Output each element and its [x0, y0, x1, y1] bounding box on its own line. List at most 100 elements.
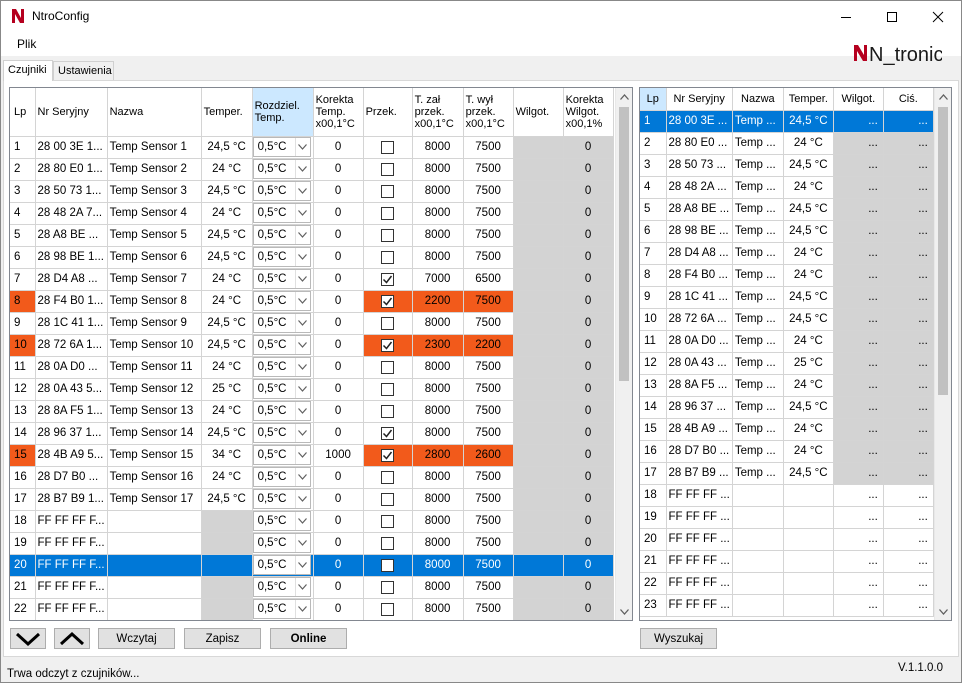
cell-serial[interactable]: 28 B7 B9 ...: [666, 462, 733, 485]
cell-t-off[interactable]: 7500: [463, 224, 514, 247]
cell-serial[interactable]: 28 D7 B0 ...: [666, 440, 733, 463]
cell-przek[interactable]: [363, 532, 413, 555]
cell-korekta[interactable]: 0: [313, 246, 364, 269]
cell-przek[interactable]: [363, 598, 413, 620]
cell-name[interactable]: Temp ...: [732, 330, 784, 353]
cell-humidity-korekta[interactable]: 0: [563, 554, 614, 577]
cell-humidity-korekta[interactable]: 0: [563, 180, 614, 203]
cell-humidity-korekta[interactable]: 0: [563, 400, 614, 423]
cell-serial[interactable]: 28 96 37 ...: [666, 396, 733, 419]
column-header[interactable]: Wilgot.: [513, 88, 564, 137]
cell-korekta[interactable]: 0: [313, 334, 364, 357]
cell-t-on[interactable]: 2200: [412, 290, 464, 313]
resolution-dropdown[interactable]: 0,5°C: [252, 335, 311, 355]
cell-przek[interactable]: [363, 158, 413, 181]
resolution-dropdown[interactable]: 0,5°C: [252, 313, 311, 333]
column-header[interactable]: Temper.: [201, 88, 253, 137]
cell-t-off[interactable]: 7500: [463, 378, 514, 401]
cell-t-on[interactable]: 7000: [412, 268, 464, 291]
table-row[interactable]: 3 28 50 73 1... Temp Sensor 3 24,5 °C 0,5°C 0…: [10, 180, 614, 203]
cell-serial[interactable]: 28 80 E0 1...: [35, 158, 108, 181]
cell-serial[interactable]: 28 4B A9 ...: [666, 418, 733, 441]
scroll-thumb[interactable]: [938, 107, 948, 395]
cell-name[interactable]: [732, 506, 784, 529]
online-button[interactable]: Online: [270, 628, 347, 649]
cell-resolution[interactable]: 0,5°C: [252, 202, 314, 225]
table-row[interactable]: 17 28 B7 B9 1... Temp Sensor 17 24,5 °C 0,5°…: [10, 488, 614, 511]
cell-t-on[interactable]: 2300: [412, 334, 464, 357]
cell-humidity-korekta[interactable]: 0: [563, 268, 614, 291]
table-row[interactable]: 10 28 72 6A 1... Temp Sensor 10 24,5 °C 0,5°…: [10, 334, 614, 357]
cell-resolution[interactable]: 0,5°C: [252, 378, 314, 401]
table-row[interactable]: 5 28 A8 BE ... Temp Sensor 5 24,5 °C 0,5°C 0 8…: [10, 224, 614, 247]
cell-serial[interactable]: 28 1C 41 ...: [666, 286, 733, 309]
cell-name[interactable]: Temp Sensor 14: [107, 422, 202, 445]
cell-name[interactable]: Temp Sensor 11: [107, 356, 202, 379]
cell-serial[interactable]: 28 A8 BE ...: [666, 198, 733, 221]
checkbox-unchecked[interactable]: [381, 228, 395, 242]
move-down-button[interactable]: [10, 628, 46, 649]
checkbox-unchecked[interactable]: [381, 140, 395, 154]
cell-humidity-korekta[interactable]: 0: [563, 444, 614, 467]
resolution-dropdown[interactable]: 0,5°C: [252, 291, 311, 311]
cell-t-on[interactable]: 8000: [412, 466, 464, 489]
cell-name[interactable]: Temp ...: [732, 154, 784, 177]
table-row[interactable]: 10 28 72 6A ... Temp ... 24,5 °C......: [640, 308, 934, 331]
cell-humidity-korekta[interactable]: 0: [563, 510, 614, 533]
cell-korekta[interactable]: 0: [313, 180, 364, 203]
cell-serial[interactable]: 28 0A D0 ...: [35, 356, 108, 379]
cell-name[interactable]: Temp Sensor 7: [107, 268, 202, 291]
cell-humidity-korekta[interactable]: 0: [563, 466, 614, 489]
table-row[interactable]: 2 28 80 E0 1... Temp Sensor 2 24 °C 0,5°C 0 80…: [10, 158, 614, 181]
cell-serial[interactable]: FF FF FF ...: [666, 550, 733, 573]
cell-resolution[interactable]: 0,5°C: [252, 488, 314, 511]
cell-serial[interactable]: FF FF FF F...: [35, 576, 108, 599]
cell-name[interactable]: Temp ...: [732, 242, 784, 265]
cell-humidity-korekta[interactable]: 0: [563, 158, 614, 181]
scroll-up-icon[interactable]: [935, 88, 951, 105]
table-row[interactable]: 16 28 D7 B0 ... Temp Sensor 16 24 °C 0,5°C 0 8…: [10, 466, 614, 489]
checkbox-unchecked[interactable]: [381, 382, 395, 396]
table-row[interactable]: 9 28 1C 41 ... Temp ... 24,5 °C......: [640, 286, 934, 309]
table-row[interactable]: 14 28 96 37 1... Temp Sensor 14 24,5 °C 0,5°…: [10, 422, 614, 445]
cell-serial[interactable]: FF FF FF ...: [666, 484, 733, 507]
table-row[interactable]: 19 FF FF FF F... 0,5°C 0 8000 7500 0: [10, 532, 614, 555]
cell-name[interactable]: Temp Sensor 8: [107, 290, 202, 313]
cell-korekta[interactable]: 0: [313, 576, 364, 599]
table-row[interactable]: 6 28 98 BE ... Temp ... 24,5 °C......: [640, 220, 934, 243]
cell-resolution[interactable]: 0,5°C: [252, 312, 314, 335]
cell-resolution[interactable]: 0,5°C: [252, 532, 314, 555]
resolution-dropdown[interactable]: 0,5°C: [252, 599, 311, 619]
cell-korekta[interactable]: 0: [313, 136, 364, 159]
checkbox-checked[interactable]: [381, 272, 395, 286]
resolution-dropdown[interactable]: 0,5°C: [252, 577, 311, 597]
cell-resolution[interactable]: 0,5°C: [252, 158, 314, 181]
cell-serial[interactable]: 28 00 3E ...: [666, 110, 733, 133]
table-row[interactable]: 4 28 48 2A 7... Temp Sensor 4 24 °C 0,5°C 0 80…: [10, 202, 614, 225]
cell-resolution[interactable]: 0,5°C: [252, 356, 314, 379]
cell-t-on[interactable]: 8000: [412, 488, 464, 511]
cell-przek[interactable]: [363, 510, 413, 533]
cell-serial[interactable]: 28 0A D0 ...: [666, 330, 733, 353]
cell-serial[interactable]: 28 4B A9 5...: [35, 444, 108, 467]
cell-humidity-korekta[interactable]: 0: [563, 598, 614, 620]
cell-przek[interactable]: [363, 268, 413, 291]
table-row[interactable]: 8 28 F4 B0 ... Temp ... 24 °C......: [640, 264, 934, 287]
resolution-dropdown[interactable]: 0,5°C: [252, 181, 311, 201]
cell-name[interactable]: [107, 532, 202, 555]
cell-humidity-korekta[interactable]: 0: [563, 290, 614, 313]
cell-serial[interactable]: 28 48 2A 7...: [35, 202, 108, 225]
cell-korekta[interactable]: 0: [313, 466, 364, 489]
cell-serial[interactable]: FF FF FF ...: [666, 528, 733, 551]
cell-przek[interactable]: [363, 554, 413, 577]
cell-t-off[interactable]: 7500: [463, 246, 514, 269]
cell-t-on[interactable]: 8000: [412, 246, 464, 269]
cell-name[interactable]: Temp Sensor 16: [107, 466, 202, 489]
table-row[interactable]: 20 FF FF FF .........: [640, 528, 934, 551]
checkbox-unchecked[interactable]: [381, 558, 395, 572]
cell-name[interactable]: Temp Sensor 10: [107, 334, 202, 357]
scroll-thumb[interactable]: [619, 107, 629, 381]
cell-resolution[interactable]: 0,5°C: [252, 466, 314, 489]
cell-t-on[interactable]: 8000: [412, 598, 464, 620]
resolution-dropdown[interactable]: 0,5°C: [252, 379, 311, 399]
